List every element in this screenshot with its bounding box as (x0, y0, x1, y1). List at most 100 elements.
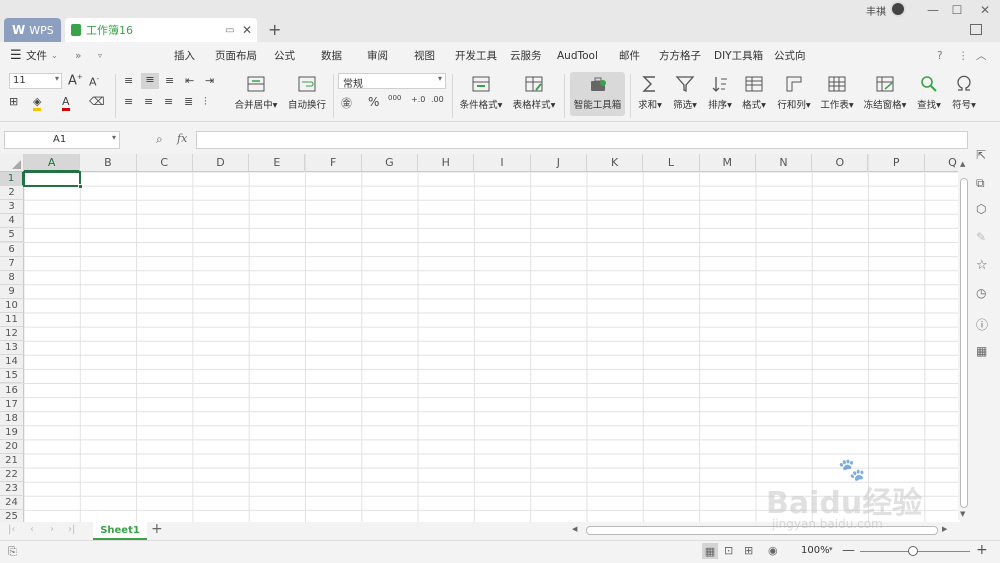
selected-cell[interactable] (23, 171, 81, 187)
row-header[interactable]: 21 (0, 454, 24, 469)
row-header[interactable]: 17 (0, 397, 24, 412)
layers-icon[interactable]: ⧉ (976, 176, 985, 191)
column-header[interactable]: P (868, 154, 925, 172)
edit-icon[interactable]: ✎ (976, 230, 986, 244)
decrease-decimal-icon[interactable]: .00 (431, 95, 444, 104)
star-icon[interactable]: ☆ (976, 258, 988, 273)
history-icon[interactable]: ◷ (976, 286, 986, 300)
column-header[interactable]: E (249, 154, 306, 172)
align-center-icon[interactable]: ≡ (144, 95, 153, 108)
column-header[interactable]: L (643, 154, 700, 172)
zoom-level[interactable]: 100% (801, 545, 830, 556)
row-header[interactable]: 13 (0, 341, 24, 356)
insert-function-button[interactable]: fx (177, 132, 187, 145)
maximize-button[interactable]: ☐ (946, 2, 968, 18)
fill-handle[interactable] (78, 184, 83, 189)
tab-diy-toolbox[interactable]: DIY工具箱 (714, 42, 763, 70)
row-header[interactable]: 10 (0, 298, 24, 313)
reading-mode-icon[interactable]: ◉ (768, 544, 778, 557)
format-button[interactable]: 格式▾ (739, 70, 769, 120)
symbol-button[interactable]: 符号▾ (950, 70, 978, 120)
close-window-button[interactable]: ✕ (974, 2, 996, 18)
macro-record-icon[interactable]: ⎘ (8, 545, 17, 559)
first-sheet-icon[interactable]: |‹ (8, 524, 15, 535)
distributed-icon[interactable]: ⫶ (204, 95, 207, 109)
sheet-tab-sheet1[interactable]: Sheet1 (93, 522, 147, 540)
tab-cloud[interactable]: 云服务 (510, 42, 542, 70)
column-header[interactable]: C (136, 154, 193, 172)
find-button[interactable]: 查找▾ (914, 70, 944, 120)
percent-button[interactable]: % (368, 95, 379, 109)
user-name[interactable]: 丰祺 (866, 3, 886, 18)
filter-button[interactable]: 筛选▾ (670, 70, 700, 120)
window-layout-icon[interactable] (970, 24, 982, 35)
row-header[interactable]: 3 (0, 200, 24, 215)
clear-format-icon[interactable]: ⌫ (89, 95, 105, 108)
last-sheet-icon[interactable]: ›| (68, 524, 75, 535)
hamburger-icon[interactable]: ☰ (10, 42, 22, 70)
sum-button[interactable]: 求和▾ (636, 70, 664, 120)
row-header[interactable]: 6 (0, 242, 24, 257)
table-style-button[interactable]: 表格样式▾ (510, 70, 558, 120)
chevron-down-icon[interactable]: ⌄ (51, 42, 58, 70)
tab-page-layout[interactable]: 页面布局 (215, 42, 257, 70)
next-sheet-icon[interactable]: › (50, 524, 54, 535)
tab-developer[interactable]: 开发工具 (455, 42, 497, 70)
vertical-scroll-thumb[interactable] (960, 178, 968, 508)
tab-audtool[interactable]: AudTool (557, 42, 598, 70)
thousands-separator-button[interactable]: 000 (388, 94, 401, 102)
column-header[interactable]: N (755, 154, 813, 172)
scroll-left-icon[interactable]: ◀ (572, 525, 577, 533)
expand-more-icon[interactable]: » (75, 42, 81, 70)
font-size-select[interactable]: 11 ▾ (9, 73, 62, 89)
worksheet-button[interactable]: 工作表▾ (818, 70, 856, 120)
wrap-text-button[interactable]: 自动换行 (286, 70, 328, 120)
tab-view[interactable]: 视图 (414, 42, 435, 70)
shapes-icon[interactable]: ⬡ (976, 202, 986, 216)
column-header[interactable]: I (474, 154, 531, 172)
column-header[interactable]: D (192, 154, 250, 172)
row-header[interactable]: 19 (0, 425, 24, 440)
prev-sheet-icon[interactable]: ‹ (30, 524, 34, 535)
column-header[interactable]: M (699, 154, 756, 172)
tab-formulas[interactable]: 公式 (274, 42, 295, 70)
align-left-icon[interactable]: ≡ (124, 95, 133, 108)
row-header[interactable]: 12 (0, 327, 24, 342)
window-icon[interactable]: ▭ (225, 25, 234, 36)
row-header[interactable]: 8 (0, 270, 24, 285)
tab-data[interactable]: 数据 (321, 42, 342, 70)
row-header[interactable]: 18 (0, 411, 24, 426)
row-header[interactable]: 15 (0, 369, 24, 384)
row-header[interactable]: 11 (0, 313, 24, 328)
rows-cols-button[interactable]: 行和列▾ (774, 70, 814, 120)
spreadsheet-grid[interactable]: ABCDEFGHIJKLMNOPQ 1 2 3 4 5 6 7 8 9 10 11 12 13 14 15 1… (0, 154, 960, 522)
scroll-up-icon[interactable]: ▲ (960, 160, 965, 168)
more-options-icon[interactable]: ⋮ (958, 42, 969, 70)
decrease-indent-icon[interactable]: ⇤ (185, 74, 194, 87)
column-header[interactable]: J (530, 154, 587, 172)
increase-indent-icon[interactable]: ⇥ (205, 74, 214, 87)
help-circle-icon[interactable]: ⓘ (976, 316, 988, 333)
formula-input[interactable] (196, 131, 968, 149)
align-right-icon[interactable]: ≡ (164, 95, 173, 108)
row-header[interactable]: 1 (0, 172, 24, 187)
close-tab-icon[interactable]: ✕ (242, 23, 252, 37)
add-sheet-button[interactable]: + (151, 521, 163, 537)
collapse-ribbon-icon[interactable]: ︿ (976, 42, 987, 70)
scroll-down-icon[interactable]: ▼ (960, 510, 965, 518)
zoom-slider-thumb[interactable] (908, 546, 918, 556)
tab-insert[interactable]: 插入 (174, 42, 195, 70)
justify-icon[interactable]: ≣ (184, 95, 193, 108)
page-layout-view-icon[interactable]: ⊡ (724, 544, 733, 557)
merge-center-button[interactable]: 合并居中▾ (232, 70, 280, 120)
avatar[interactable] (890, 1, 906, 17)
column-header[interactable]: Q (924, 154, 960, 172)
column-header[interactable]: G (361, 154, 419, 172)
select-pointer-icon[interactable]: ⇱ (976, 148, 986, 162)
currency-icon[interactable]: ㊎ (341, 95, 352, 111)
row-header[interactable]: 22 (0, 468, 24, 483)
fill-color-icon[interactable]: ◈ (33, 95, 42, 111)
sort-button[interactable]: 排序▾ (705, 70, 735, 120)
row-header[interactable]: 4 (0, 214, 24, 229)
row-header[interactable]: 2 (0, 186, 24, 201)
